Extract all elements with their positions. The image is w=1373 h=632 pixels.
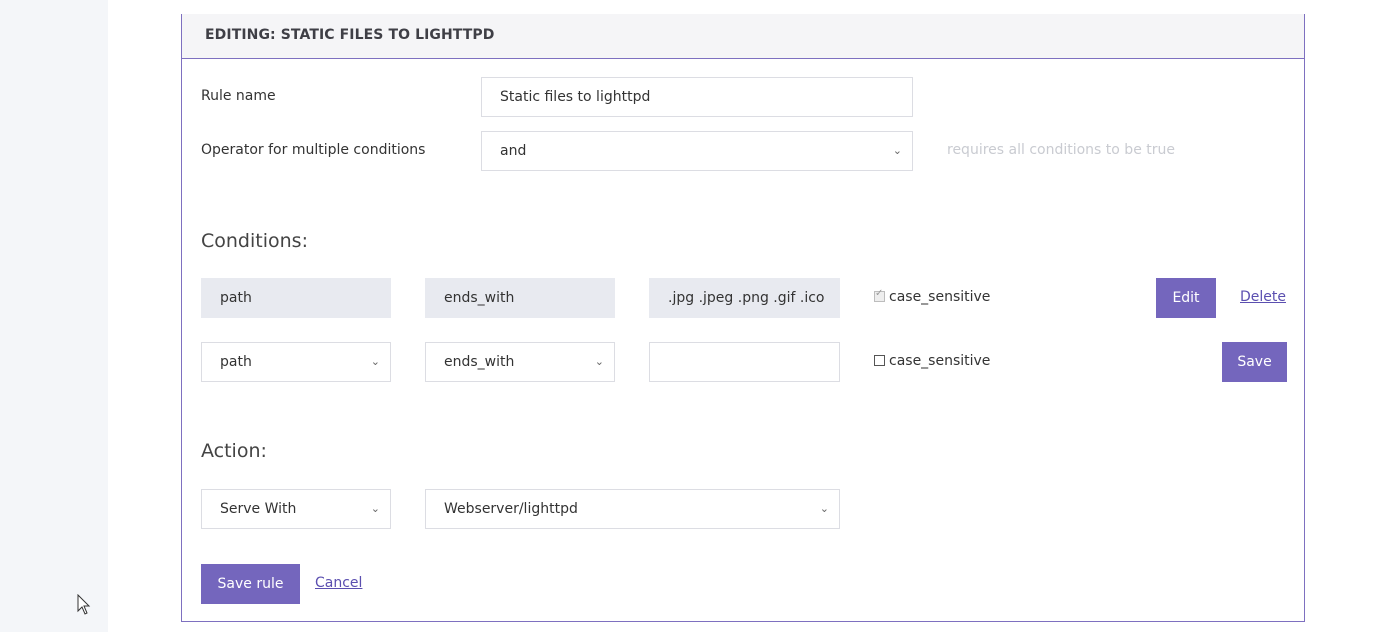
delete-condition-link[interactable]: Delete <box>1240 289 1286 305</box>
case-sensitive-label: case_sensitive <box>889 353 991 369</box>
condition-field-select-value: path <box>220 354 252 370</box>
action-type-select[interactable]: Serve With ⌄ <box>201 489 391 529</box>
condition-value-input[interactable] <box>649 342 840 382</box>
action-type-value: Serve With <box>220 501 297 517</box>
cancel-link[interactable]: Cancel <box>315 575 362 591</box>
panel-title: EDITING: STATIC FILES TO LIGHTTPD <box>205 27 495 43</box>
checkbox-icon[interactable] <box>874 355 885 366</box>
operator-hint: requires all conditions to be true <box>947 142 1175 158</box>
chevron-down-icon: ⌄ <box>819 502 829 515</box>
conditions-heading: Conditions: <box>201 230 308 252</box>
panel-header: EDITING: STATIC FILES TO LIGHTTPD <box>182 14 1304 59</box>
case-sensitive-checkbox-existing: case_sensitive <box>874 288 991 305</box>
rule-name-label: Rule name <box>201 88 276 104</box>
left-sidebar <box>0 0 108 632</box>
condition-field-select[interactable]: path ⌄ <box>201 342 391 382</box>
rule-editor-panel: EDITING: STATIC FILES TO LIGHTTPD Rule n… <box>181 14 1305 622</box>
condition-operator-select-value: ends_with <box>444 354 515 370</box>
operator-select-value: and <box>500 143 527 159</box>
operator-label: Operator for multiple conditions <box>201 142 426 158</box>
mouse-cursor-icon <box>77 594 91 615</box>
condition-field-readonly: path <box>201 278 391 318</box>
chevron-down-icon: ⌄ <box>892 144 902 157</box>
chevron-down-icon: ⌄ <box>594 355 604 368</box>
save-rule-button[interactable]: Save rule <box>201 564 300 604</box>
case-sensitive-label: case_sensitive <box>889 289 991 305</box>
condition-operator-readonly: ends_with <box>425 278 615 318</box>
rule-name-input[interactable]: Static files to lighttpd <box>481 77 913 117</box>
operator-select[interactable]: and ⌄ <box>481 131 913 171</box>
action-target-value: Webserver/lighttpd <box>444 501 578 517</box>
save-condition-button[interactable]: Save <box>1222 342 1287 382</box>
condition-operator-select[interactable]: ends_with ⌄ <box>425 342 615 382</box>
chevron-down-icon: ⌄ <box>370 502 380 515</box>
condition-value-readonly: .jpg .jpeg .png .gif .ico <box>649 278 840 318</box>
chevron-down-icon: ⌄ <box>370 355 380 368</box>
checkbox-icon <box>874 288 885 302</box>
action-target-select[interactable]: Webserver/lighttpd ⌄ <box>425 489 840 529</box>
action-heading: Action: <box>201 440 267 462</box>
case-sensitive-checkbox-new[interactable]: case_sensitive <box>874 353 990 369</box>
edit-condition-button[interactable]: Edit <box>1156 278 1216 318</box>
